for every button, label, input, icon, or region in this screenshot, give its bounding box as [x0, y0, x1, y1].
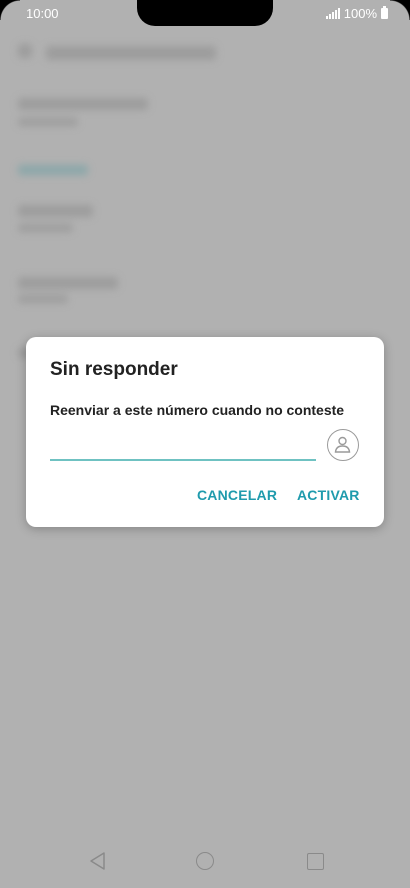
recent-apps-icon[interactable] [307, 853, 324, 870]
status-indicators: 100% [325, 6, 388, 21]
activate-button[interactable]: ACTIVAR [297, 487, 360, 503]
contact-picker-button[interactable] [327, 429, 359, 461]
home-icon[interactable] [196, 852, 214, 870]
cancel-button[interactable]: CANCELAR [197, 487, 277, 503]
camera-notch [137, 0, 273, 26]
signal-icon [325, 8, 340, 19]
battery-percentage: 100% [343, 6, 377, 21]
dialog-message: Reenviar a este número cuando no contest… [50, 402, 345, 418]
status-bar: 10:00 100% [0, 0, 410, 28]
no-answer-forward-dialog: Sin responder Reenviar a este número cua… [26, 337, 384, 527]
back-icon[interactable] [88, 851, 108, 871]
phone-number-input[interactable] [50, 429, 316, 461]
status-time: 10:00 [26, 6, 59, 21]
person-icon [334, 436, 351, 453]
battery-icon [381, 6, 388, 19]
phone-screen: 10:00 100% Sin responder Reenviar a este… [0, 0, 410, 888]
screen-corner-left [0, 0, 20, 20]
screen-corner-right [390, 0, 410, 20]
dialog-title: Sin responder [50, 359, 178, 380]
navigation-bar [0, 838, 410, 888]
